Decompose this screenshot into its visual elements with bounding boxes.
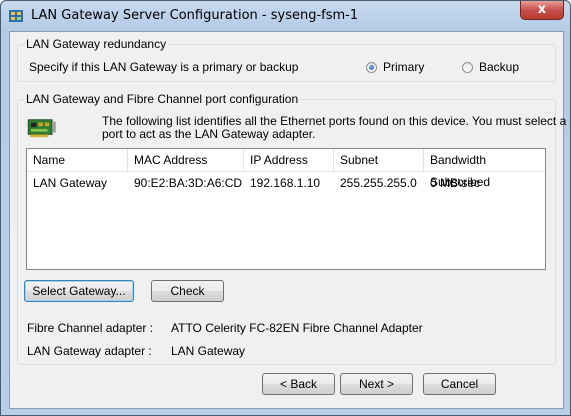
window-title: LAN Gateway Server Configuration - sysen… <box>31 8 359 23</box>
ethernet-port-list[interactable]: Name MAC Address IP Address Subnet Bandw… <box>26 148 546 270</box>
cell-mac: 90:E2:BA:3D:A6:CD <box>134 176 243 190</box>
select-gateway-button[interactable]: Select Gateway... <box>24 280 134 302</box>
app-icon <box>9 10 23 22</box>
port-config-description-line2: port to act as the LAN Gateway adapter. <box>102 127 316 141</box>
cell-name: LAN Gateway <box>33 176 108 190</box>
backup-radio-button[interactable] <box>462 62 473 73</box>
lan-adapter-value: LAN Gateway <box>171 344 246 358</box>
redundancy-prompt: Specify if this LAN Gateway is a primary… <box>29 60 299 74</box>
cell-subnet: 255.255.255.0 <box>340 176 417 190</box>
primary-radio-label[interactable]: Primary <box>383 60 424 74</box>
column-header-ip[interactable]: IP Address <box>244 149 334 171</box>
port-config-description-line1: The following list identifies all the Et… <box>102 114 567 128</box>
network-card-icon <box>27 119 56 138</box>
column-header-bandwidth[interactable]: Bandwidth Subscribed <box>424 149 545 189</box>
dialog-client-area: LAN Gateway redundancy Specify if this L… <box>9 31 567 409</box>
back-button[interactable]: < Back <box>262 373 335 395</box>
lan-adapter-label: LAN Gateway adapter : <box>27 344 152 358</box>
cell-bandwidth: 0 MB\sec <box>430 176 481 190</box>
list-header: Name MAC Address IP Address Subnet Bandw… <box>27 149 545 189</box>
backup-radio[interactable]: Backup <box>462 60 532 75</box>
close-icon: x <box>537 2 547 17</box>
backup-radio-label[interactable]: Backup <box>479 60 519 74</box>
primary-radio-button[interactable] <box>366 62 377 73</box>
primary-radio[interactable]: Primary <box>366 60 436 75</box>
close-button[interactable]: x <box>520 1 564 20</box>
port-config-group-label: LAN Gateway and Fibre Channel port confi… <box>24 92 301 106</box>
redundancy-group: LAN Gateway redundancy Specify if this L… <box>17 37 556 82</box>
column-header-mac[interactable]: MAC Address <box>128 149 244 171</box>
cell-ip: 192.168.1.10 <box>250 176 321 190</box>
radio-selected-dot <box>369 65 374 70</box>
dialog-window: LAN Gateway Server Configuration - sysen… <box>0 0 571 416</box>
check-button[interactable]: Check <box>151 280 224 302</box>
title-bar[interactable]: LAN Gateway Server Configuration - sysen… <box>1 1 570 31</box>
redundancy-group-label: LAN Gateway redundancy <box>24 37 169 51</box>
table-row[interactable]: LAN Gateway 90:E2:BA:3D:A6:CD 192.168.1.… <box>27 173 545 193</box>
fc-adapter-label: Fibre Channel adapter : <box>27 321 154 335</box>
column-header-name[interactable]: Name <box>27 149 128 171</box>
cancel-button[interactable]: Cancel <box>423 373 496 395</box>
fc-adapter-value: ATTO Celerity FC-82EN Fibre Channel Adap… <box>171 321 423 335</box>
next-button[interactable]: Next > <box>340 373 413 395</box>
column-header-subnet[interactable]: Subnet <box>334 149 424 171</box>
